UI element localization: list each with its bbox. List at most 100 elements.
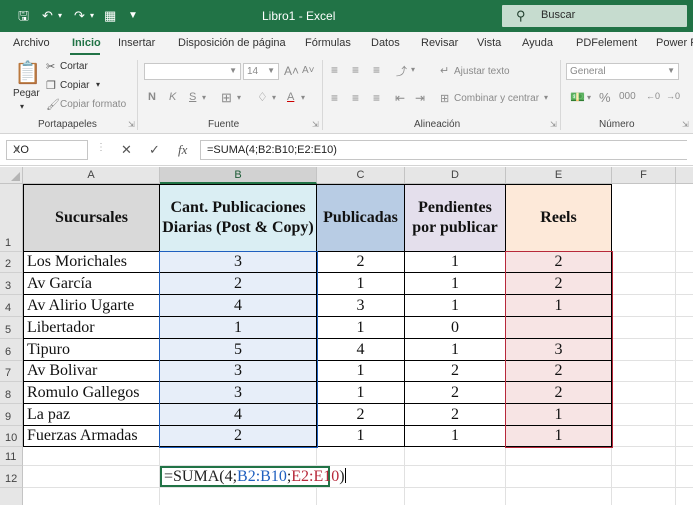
cell-sucursal[interactable]: Fuerzas Armadas (23, 426, 160, 447)
cell-pendientes[interactable]: 2 (405, 404, 506, 426)
format-painter-button[interactable]: Copiar formato (60, 99, 126, 110)
cell-cant[interactable]: 3 (160, 361, 317, 382)
row-header-10[interactable]: 10 (0, 426, 23, 447)
cell-pendientes[interactable]: 1 (405, 252, 506, 273)
paste-dropdown-icon[interactable]: ▾ (20, 102, 24, 111)
tab-formulas[interactable]: Fórmulas (305, 37, 351, 49)
tab-vista[interactable]: Vista (477, 37, 501, 49)
column-header-b[interactable]: B (160, 167, 317, 184)
header-cant-publicaciones[interactable]: Cant. Publicaciones Diarias (Post & Copy… (160, 184, 317, 252)
tab-datos[interactable]: Datos (371, 37, 400, 49)
cell-reels[interactable]: 2 (506, 252, 612, 273)
search-box[interactable]: ⚲ Buscar (502, 5, 687, 27)
fill-color-icon[interactable]: ♢ (257, 90, 268, 104)
cell-publicadas[interactable]: 4 (317, 339, 405, 361)
redo-dropdown-icon[interactable]: ▾ (90, 8, 94, 24)
cell-publicadas[interactable]: 1 (317, 317, 405, 339)
cell-publicadas[interactable]: 1 (317, 361, 405, 382)
tab-disposicion[interactable]: Disposición de página (178, 37, 286, 49)
format-painter-icon[interactable]: 🖌 (46, 98, 60, 111)
borders-icon[interactable]: ⊞ (221, 90, 232, 106)
row-header-11[interactable]: 11 (0, 447, 23, 466)
increase-decimal-icon[interactable]: ←0 (646, 91, 660, 101)
cell-sucursal[interactable]: Av Alirio Ugarte (23, 295, 160, 317)
row-header-13[interactable] (0, 488, 23, 505)
wrap-text-icon[interactable]: ↵ (440, 64, 449, 77)
cell-pendientes[interactable]: 1 (405, 426, 506, 447)
fill-dropdown-icon[interactable]: ▾ (272, 93, 276, 102)
cell-pendientes[interactable]: 2 (405, 382, 506, 404)
cell-cant[interactable]: 5 (160, 339, 317, 361)
row-header-5[interactable]: 5 (0, 317, 23, 339)
bold-icon[interactable]: N (148, 91, 156, 103)
cell-publicadas[interactable]: 1 (317, 273, 405, 295)
row-header-4[interactable]: 4 (0, 295, 23, 317)
currency-dropdown-icon[interactable]: ▾ (587, 93, 591, 102)
active-cell-editor[interactable]: =SUMA(4;B2:B10;E2:E10) (160, 466, 346, 487)
cell-sucursal[interactable]: Av García (23, 273, 160, 295)
cell-sucursal[interactable]: Av Bolivar (23, 361, 160, 382)
orientation-icon[interactable]: ⤴ (396, 63, 407, 79)
header-publicadas[interactable]: Publicadas (317, 184, 405, 252)
comma-style-icon[interactable]: 000 (619, 91, 636, 102)
cell-publicadas[interactable]: 3 (317, 295, 405, 317)
header-sucursales[interactable]: Sucursales (23, 184, 160, 252)
cell-sucursal[interactable]: Libertador (23, 317, 160, 339)
row-header-1[interactable]: 1 (0, 184, 23, 252)
tab-power[interactable]: Power P (656, 37, 693, 49)
percent-icon[interactable]: % (599, 90, 611, 105)
cell-reels[interactable] (506, 317, 612, 339)
cell-sucursal[interactable]: Los Morichales (23, 252, 160, 273)
cell-sucursal[interactable]: La paz (23, 404, 160, 426)
font-name-dropdown[interactable]: ▼ (144, 63, 241, 80)
row-header-7[interactable]: 7 (0, 361, 23, 382)
italic-icon[interactable]: K (169, 91, 176, 103)
name-box[interactable]: XO ▼ (6, 140, 88, 160)
cell-reels[interactable]: 1 (506, 426, 612, 447)
font-size-dropdown[interactable]: 14 ▼ (243, 63, 279, 80)
clipboard-launcher-icon[interactable]: ⇲ (128, 120, 135, 129)
row-header-8[interactable]: 8 (0, 382, 23, 404)
redo-icon[interactable]: ↷ (74, 8, 85, 24)
wrap-text-button[interactable]: Ajustar texto (454, 66, 510, 77)
tab-inicio[interactable]: Inicio (72, 37, 101, 49)
insert-function-icon[interactable]: fx (178, 142, 187, 158)
column-header-e[interactable]: E (506, 167, 612, 184)
header-reels[interactable]: Reels (506, 184, 612, 252)
increase-font-icon[interactable]: A˄ (284, 64, 299, 78)
cell-cant[interactable]: 3 (160, 382, 317, 404)
decrease-indent-icon[interactable]: ⇤ (395, 91, 405, 105)
borders-dropdown-icon[interactable]: ▾ (237, 93, 241, 102)
enter-icon[interactable]: ✓ (149, 142, 160, 158)
cell-reels[interactable]: 2 (506, 361, 612, 382)
grid-icon[interactable]: ▦ (104, 8, 116, 24)
align-bottom-icon[interactable]: ≡ (373, 63, 380, 77)
row-header-3[interactable]: 3 (0, 273, 23, 295)
undo-icon[interactable]: ↶ (42, 8, 53, 24)
cell-pendientes[interactable]: 1 (405, 339, 506, 361)
cell-cant[interactable]: 4 (160, 295, 317, 317)
cell-cant[interactable]: 2 (160, 273, 317, 295)
align-right-icon[interactable]: ≡ (373, 91, 380, 105)
cell-reels[interactable]: 2 (506, 382, 612, 404)
cell-pendientes[interactable]: 0 (405, 317, 506, 339)
tab-insertar[interactable]: Insertar (118, 37, 155, 49)
undo-dropdown-icon[interactable]: ▾ (58, 8, 62, 24)
merge-dropdown-icon[interactable]: ▾ (544, 93, 548, 102)
row-header-2[interactable]: 2 (0, 252, 23, 273)
cut-button[interactable]: Cortar (60, 61, 88, 72)
select-all-corner[interactable] (0, 167, 23, 184)
paste-icon[interactable]: 📋 (14, 60, 41, 86)
currency-icon[interactable]: 💵 (570, 90, 585, 104)
save-icon[interactable]: 🖫 (18, 8, 29, 24)
font-color-dropdown-icon[interactable]: ▾ (301, 93, 305, 102)
cell-publicadas[interactable]: 2 (317, 404, 405, 426)
align-left-icon[interactable]: ≡ (331, 91, 338, 105)
font-launcher-icon[interactable]: ⇲ (312, 120, 319, 129)
number-format-dropdown[interactable]: General ▼ (566, 63, 679, 80)
underline-dropdown-icon[interactable]: ▾ (202, 93, 206, 102)
cell-reels[interactable]: 2 (506, 273, 612, 295)
decrease-decimal-icon[interactable]: →0 (666, 91, 680, 101)
column-header-d[interactable]: D (405, 167, 506, 184)
merge-center-button[interactable]: Combinar y centrar (454, 93, 539, 104)
